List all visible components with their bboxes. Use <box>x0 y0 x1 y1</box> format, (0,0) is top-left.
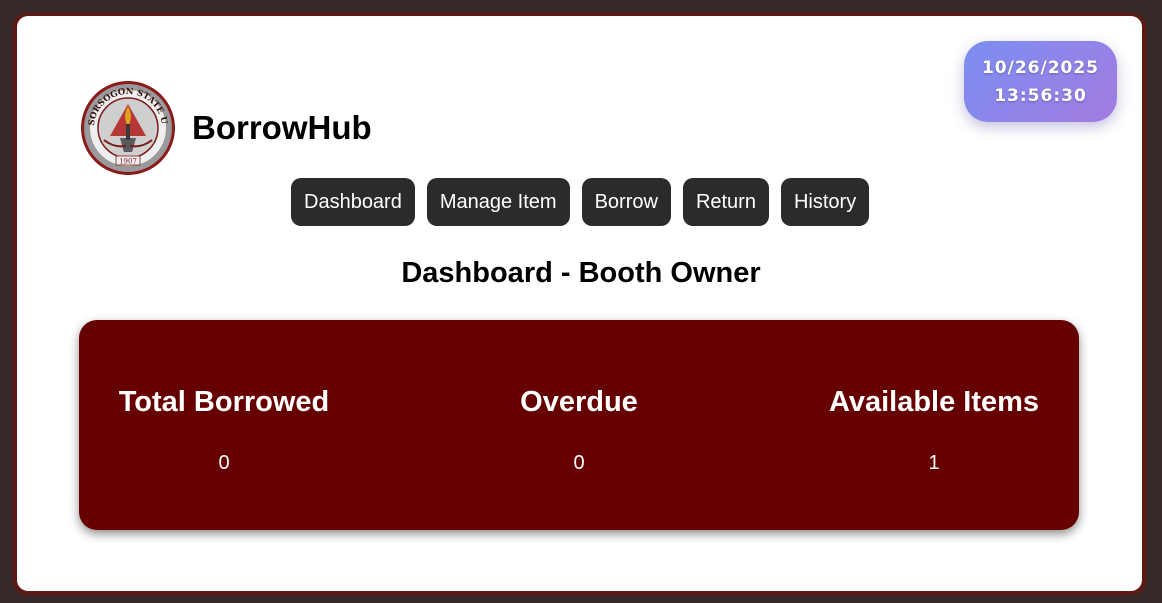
main-nav: Dashboard Manage Item Borrow Return Hist… <box>291 178 870 226</box>
stat-available-items: Available Items 1 <box>784 382 1084 480</box>
nav-return-button[interactable]: Return <box>682 178 769 226</box>
datetime-clock: 10/26/2025 13:56:30 <box>964 41 1117 122</box>
stat-value: 1 <box>928 452 940 474</box>
nav-dashboard-button[interactable]: Dashboard <box>291 178 415 226</box>
page-title: Dashboard - Booth Owner <box>401 257 761 289</box>
nav-history-button[interactable]: History <box>780 178 870 226</box>
clock-date: 10/26/2025 <box>981 57 1100 78</box>
stat-value: 0 <box>218 452 230 474</box>
nav-manage-item-button[interactable]: Manage Item <box>426 178 570 226</box>
stats-panel: Total Borrowed 0 Overdue 0 Available Ite… <box>79 320 1079 530</box>
stat-overdue: Overdue 0 <box>429 382 729 480</box>
university-seal-icon: SORSOGON STATE UNIVERSITY 1907 <box>76 73 176 176</box>
svg-text:1907: 1907 <box>119 158 137 166</box>
stat-value: 0 <box>573 452 585 474</box>
stat-label: Total Borrowed <box>118 386 330 418</box>
stat-label: Available Items <box>828 386 1040 418</box>
clock-time: 13:56:30 <box>994 85 1087 106</box>
app-title: BorrowHub <box>192 109 372 146</box>
stat-total-borrowed: Total Borrowed 0 <box>74 382 374 480</box>
stat-label: Overdue <box>520 386 638 418</box>
nav-borrow-button[interactable]: Borrow <box>581 178 671 226</box>
